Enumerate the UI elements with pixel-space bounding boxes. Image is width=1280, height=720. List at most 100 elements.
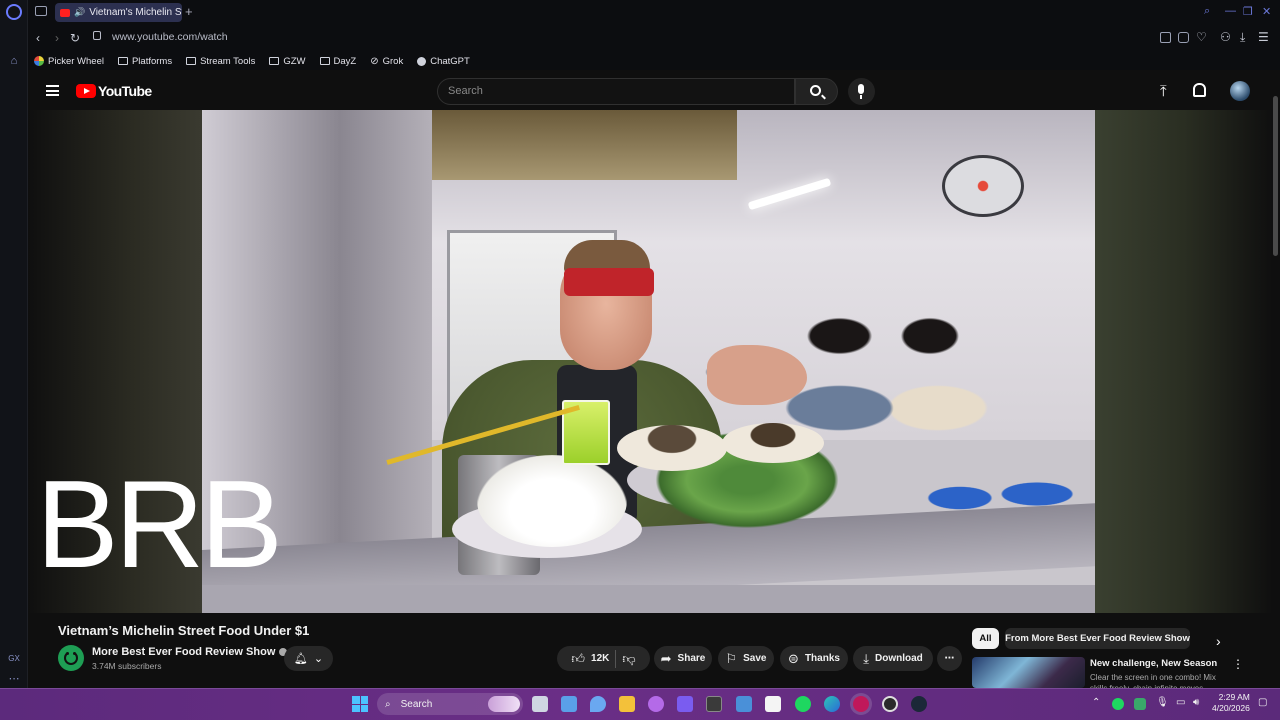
download-icon[interactable]: ⤓ bbox=[1240, 30, 1245, 45]
like-count[interactable]: 12K bbox=[591, 653, 609, 664]
capcut-icon[interactable] bbox=[765, 696, 781, 712]
copilot-icon[interactable] bbox=[648, 696, 664, 712]
opera-logo-icon[interactable] bbox=[6, 4, 22, 20]
chevron-right-icon[interactable]: › bbox=[1216, 633, 1221, 649]
profile-icon[interactable]: ⚇ bbox=[1220, 30, 1231, 44]
account-avatar[interactable] bbox=[1230, 81, 1250, 101]
speaker-icon[interactable]: 🔊 bbox=[74, 7, 85, 18]
save-button[interactable]: ⚐ Save bbox=[718, 646, 774, 671]
task-view-icon[interactable] bbox=[532, 696, 548, 712]
tray-mic-icon[interactable]: 🎙︎ bbox=[1156, 697, 1169, 708]
youtube-logo[interactable]: YouTube bbox=[76, 83, 152, 99]
video-scene-table-front bbox=[202, 585, 1095, 613]
subscription-bell-button[interactable]: 🔔︎ ⌄ bbox=[284, 646, 333, 671]
subscriber-count: 3.74M subscribers bbox=[92, 661, 162, 671]
recommendation-menu-icon[interactable]: ⋮ bbox=[1232, 657, 1244, 671]
calculator-icon[interactable] bbox=[677, 696, 693, 712]
obs-icon[interactable] bbox=[882, 696, 898, 712]
more-horizontal-icon: ⋯ bbox=[944, 653, 955, 664]
video-title: Vietnam’s Michelin Street Food Under $1 bbox=[58, 623, 310, 638]
water-drop-app-icon[interactable] bbox=[590, 696, 606, 712]
tray-spotify-icon[interactable] bbox=[1112, 698, 1124, 710]
lock-icon[interactable] bbox=[93, 31, 101, 40]
picker-wheel-icon bbox=[34, 56, 44, 66]
youtube-play-icon bbox=[76, 84, 96, 98]
notification-center-icon[interactable]: ▢ bbox=[1258, 697, 1267, 708]
spotify-icon[interactable] bbox=[795, 696, 811, 712]
video-player[interactable] bbox=[202, 110, 1095, 613]
bookmark-platforms[interactable]: Platforms bbox=[117, 56, 172, 67]
folder-icon bbox=[319, 57, 330, 65]
notifications-bell-icon[interactable] bbox=[1193, 83, 1206, 97]
bookmark-dayz[interactable]: DayZ bbox=[319, 56, 356, 67]
taskbar-clock[interactable]: 2:29 AM 4/20/2026 bbox=[1212, 692, 1250, 714]
easy-setup-icon[interactable]: ☰ bbox=[1258, 30, 1269, 44]
windows-start-icon[interactable] bbox=[352, 696, 368, 712]
back-icon[interactable]: ‹ bbox=[36, 31, 40, 45]
scrollbar-thumb[interactable] bbox=[1273, 96, 1278, 256]
search-input[interactable]: Search bbox=[437, 78, 795, 105]
terminal-icon[interactable] bbox=[706, 696, 722, 712]
share-icon: ➦ bbox=[660, 650, 672, 666]
url-field[interactable]: www.youtube.com/watch bbox=[112, 31, 228, 43]
voice-search-button[interactable] bbox=[848, 78, 875, 105]
channel-name[interactable]: More Best Ever Food Review Show bbox=[92, 646, 288, 658]
snapshot-icon[interactable] bbox=[1160, 32, 1171, 43]
brb-overlay-text: BRB bbox=[36, 456, 283, 594]
chip-all[interactable]: All bbox=[972, 628, 999, 649]
more-actions-button[interactable]: ⋯ bbox=[937, 646, 962, 671]
browser-sidebar bbox=[0, 0, 28, 688]
recommendation-title[interactable]: New challenge, New Season bbox=[1090, 658, 1217, 669]
tray-overflow-icon[interactable]: ⌃ bbox=[1092, 697, 1100, 708]
bookmark-gzw[interactable]: GZW bbox=[269, 56, 306, 67]
photos-icon[interactable] bbox=[561, 696, 577, 712]
heart-icon[interactable]: ♡ bbox=[1196, 30, 1207, 44]
dislike-icon[interactable]: 👎︎ bbox=[622, 651, 635, 667]
like-icon[interactable]: 👍︎ bbox=[571, 651, 585, 667]
notepad-icon[interactable] bbox=[736, 696, 752, 712]
edge-icon[interactable] bbox=[824, 696, 840, 712]
tray-volume-icon[interactable]: 🔊︎ bbox=[1193, 697, 1199, 708]
search-tabs-icon[interactable]: ⌕ bbox=[1204, 5, 1210, 18]
restore-button[interactable]: ❐ bbox=[1243, 5, 1253, 18]
shield-icon[interactable] bbox=[1178, 32, 1189, 43]
aria-icon[interactable]: ⌂ bbox=[7, 54, 21, 68]
recommendation-thumbnail[interactable] bbox=[972, 657, 1085, 688]
minimize-button[interactable]: — bbox=[1225, 5, 1236, 17]
tray-network-icon[interactable]: ▭ bbox=[1176, 697, 1185, 708]
folder-icon bbox=[117, 57, 128, 65]
youtube-favicon-icon bbox=[60, 8, 70, 17]
recommendation-description: Clear the screen in one combo! Mix skill… bbox=[1090, 673, 1216, 688]
microphone-icon bbox=[858, 84, 864, 99]
chevron-down-icon: ⌄ bbox=[313, 653, 324, 665]
hamburger-menu-icon[interactable] bbox=[46, 85, 59, 96]
new-tab-button[interactable]: + bbox=[185, 4, 193, 19]
bookmark-stream-tools[interactable]: Stream Tools bbox=[186, 56, 255, 67]
search-button[interactable] bbox=[795, 78, 838, 105]
forward-icon[interactable]: › bbox=[55, 31, 59, 45]
bookmark-picker-wheel[interactable]: Picker Wheel bbox=[34, 56, 104, 67]
steam-icon[interactable] bbox=[911, 696, 927, 712]
file-explorer-icon[interactable] bbox=[619, 696, 635, 712]
channel-avatar[interactable] bbox=[58, 645, 84, 671]
tab-strip bbox=[28, 0, 1280, 24]
close-button[interactable]: ✕ bbox=[1262, 5, 1271, 18]
thanks-button[interactable]: ⊜ Thanks bbox=[780, 646, 848, 671]
gx-label[interactable]: GX bbox=[7, 652, 21, 666]
sidebar-more-icon[interactable]: ⋯ bbox=[7, 672, 21, 686]
share-button[interactable]: ➦ Share bbox=[654, 646, 712, 671]
taskbar-search[interactable]: ⌕ Search bbox=[377, 693, 523, 715]
tray-app-icon[interactable] bbox=[1134, 698, 1146, 710]
tab-youtube[interactable]: 🔊 Vietnam's Michelin Stre bbox=[55, 3, 182, 22]
like-dislike-group: 👍︎ 12K 👎︎ bbox=[557, 646, 650, 671]
bookmark-chatgpt[interactable]: ChatGPT bbox=[417, 56, 470, 67]
youtube-logo-text: YouTube bbox=[98, 83, 152, 99]
opera-gx-icon[interactable] bbox=[853, 696, 869, 712]
upload-icon[interactable]: ⤒ bbox=[1160, 83, 1167, 100]
chatgpt-icon bbox=[417, 56, 427, 66]
reload-icon[interactable]: ↻ bbox=[70, 31, 80, 45]
download-button[interactable]: ⤓ Download bbox=[853, 646, 933, 671]
chip-from-channel[interactable]: From More Best Ever Food Review Show bbox=[1005, 628, 1190, 649]
tab-switcher-icon[interactable] bbox=[35, 6, 47, 16]
bookmark-grok[interactable]: ⊘ Grok bbox=[370, 56, 403, 67]
